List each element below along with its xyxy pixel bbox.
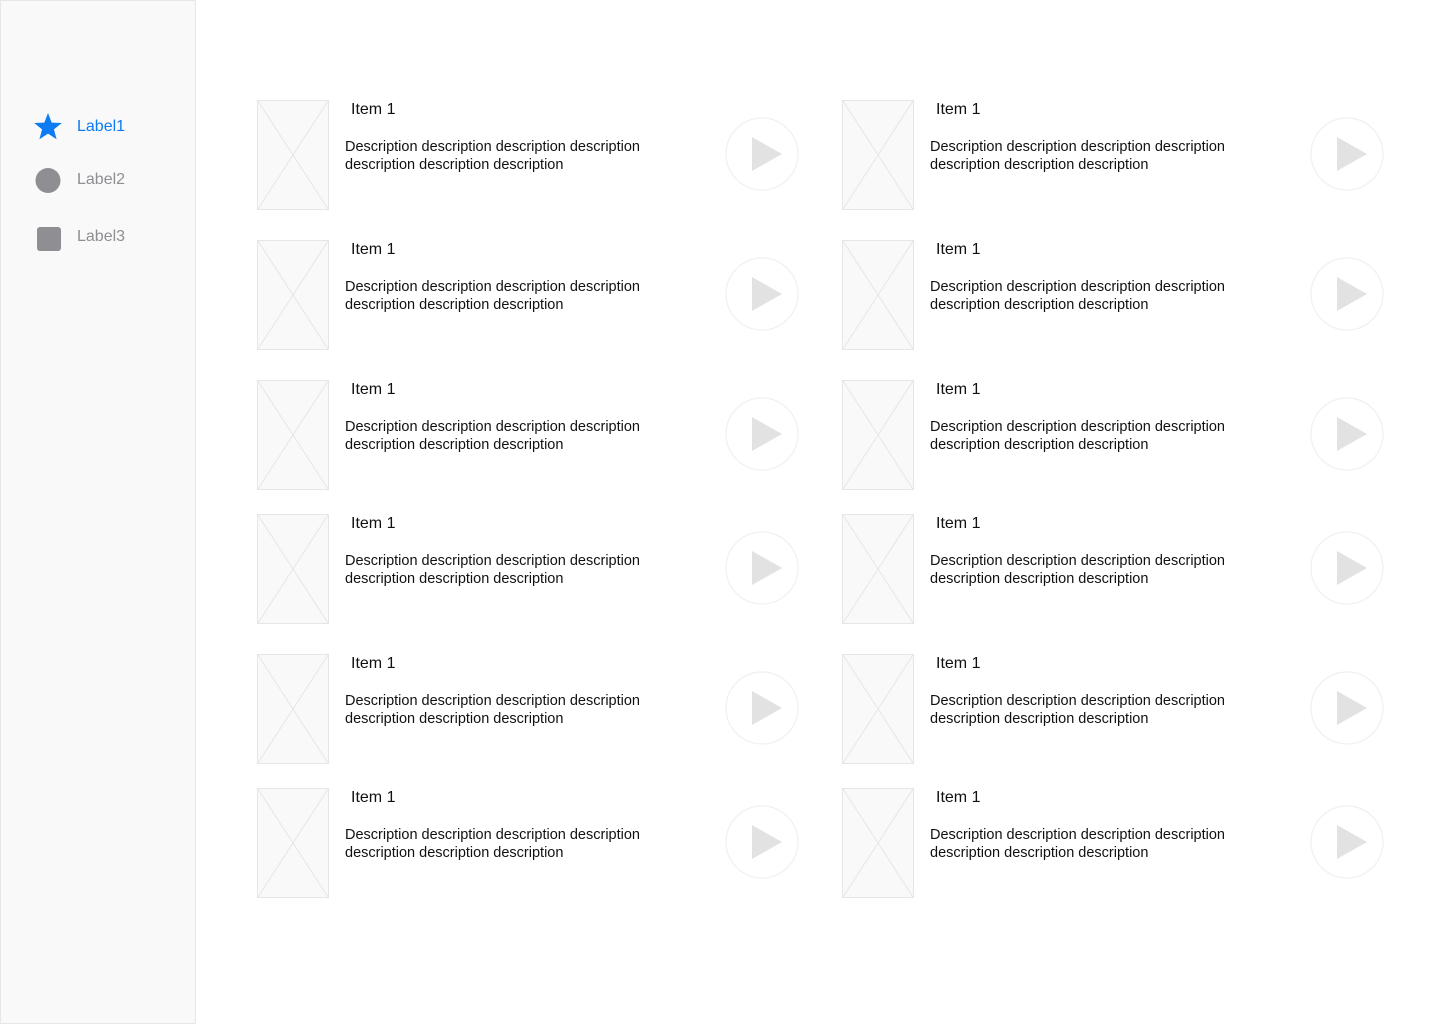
play-button[interactable] (1310, 531, 1384, 605)
list-item[interactable]: Item 1 Description description descriptio… (257, 380, 817, 490)
image-placeholder (257, 654, 329, 764)
item-description: Description description description desc… (930, 693, 1225, 727)
play-button[interactable] (725, 117, 799, 191)
item-title: Item 1 (936, 381, 981, 398)
item-title: Item 1 (936, 655, 981, 672)
image-placeholder (257, 380, 329, 490)
play-button[interactable] (1310, 117, 1384, 191)
list-item[interactable]: Item 1 Description description descriptio… (257, 100, 817, 210)
play-icon (725, 257, 799, 331)
play-button[interactable] (1310, 397, 1384, 471)
list-item[interactable]: Item 1 Description description descriptio… (842, 654, 1402, 764)
item-description: Description description description desc… (345, 419, 640, 453)
list-item[interactable]: Item 1 Description description descriptio… (842, 788, 1402, 898)
sidebar-item-label1[interactable]: Label1 (33, 112, 125, 142)
image-placeholder (842, 240, 914, 350)
item-title: Item 1 (936, 241, 981, 258)
play-button[interactable] (725, 805, 799, 879)
image-placeholder (257, 788, 329, 898)
image-placeholder (842, 100, 914, 210)
image-placeholder (842, 380, 914, 490)
list-item[interactable]: Item 1 Description description descriptio… (842, 380, 1402, 490)
item-description: Description description description desc… (345, 827, 640, 861)
item-description: Description description description desc… (930, 827, 1225, 861)
list-item[interactable]: Item 1 Description description descriptio… (842, 240, 1402, 350)
play-button[interactable] (1310, 257, 1384, 331)
play-icon (725, 671, 799, 745)
item-description: Description description description desc… (930, 553, 1225, 587)
play-button[interactable] (1310, 671, 1384, 745)
play-icon (725, 531, 799, 605)
list-item[interactable]: Item 1 Description description descriptio… (842, 100, 1402, 210)
play-button[interactable] (1310, 805, 1384, 879)
sidebar-item-label: Label3 (77, 228, 126, 245)
image-placeholder (842, 788, 914, 898)
play-icon (1310, 117, 1384, 191)
sidebar: Label1 Label2 Label3 (0, 0, 196, 1024)
play-button[interactable] (725, 671, 799, 745)
circle-icon (33, 165, 63, 195)
list-item[interactable]: Item 1 Description description descriptio… (842, 514, 1402, 624)
play-icon (1310, 531, 1384, 605)
item-title: Item 1 (351, 789, 396, 806)
image-placeholder (257, 240, 329, 350)
list-item[interactable]: Item 1 Description description descriptio… (257, 514, 817, 624)
play-icon (1310, 671, 1384, 745)
item-title: Item 1 (351, 101, 396, 118)
play-button[interactable] (725, 531, 799, 605)
item-title: Item 1 (351, 515, 396, 532)
item-description: Description description description desc… (930, 139, 1225, 173)
sidebar-item-label3[interactable]: Label3 (33, 222, 125, 252)
item-description: Description description description desc… (345, 139, 640, 173)
sidebar-item-label: Label1 (77, 118, 126, 135)
item-title: Item 1 (936, 101, 981, 118)
play-icon (1310, 397, 1384, 471)
play-icon (1310, 257, 1384, 331)
list-item[interactable]: Item 1 Description description descriptio… (257, 788, 817, 898)
sidebar-item-label2[interactable]: Label2 (33, 165, 125, 195)
play-button[interactable] (725, 397, 799, 471)
item-title: Item 1 (351, 241, 396, 258)
play-icon (725, 117, 799, 191)
list-item[interactable]: Item 1 Description description descriptio… (257, 240, 817, 350)
play-icon (725, 805, 799, 879)
image-placeholder (257, 100, 329, 210)
star-icon (33, 112, 63, 142)
square-icon (33, 222, 63, 252)
item-title: Item 1 (936, 515, 981, 532)
play-icon (1310, 805, 1384, 879)
item-title: Item 1 (351, 381, 396, 398)
image-placeholder (842, 654, 914, 764)
item-description: Description description description desc… (930, 419, 1225, 453)
item-description: Description description description desc… (345, 693, 640, 727)
play-icon (725, 397, 799, 471)
item-description: Description description description desc… (930, 279, 1225, 313)
list-item[interactable]: Item 1 Description description descriptio… (257, 654, 817, 764)
item-title: Item 1 (351, 655, 396, 672)
sidebar-item-label: Label2 (77, 171, 126, 188)
item-title: Item 1 (936, 789, 981, 806)
item-description: Description description description desc… (345, 553, 640, 587)
image-placeholder (842, 514, 914, 624)
image-placeholder (257, 514, 329, 624)
play-button[interactable] (725, 257, 799, 331)
item-description: Description description description desc… (345, 279, 640, 313)
